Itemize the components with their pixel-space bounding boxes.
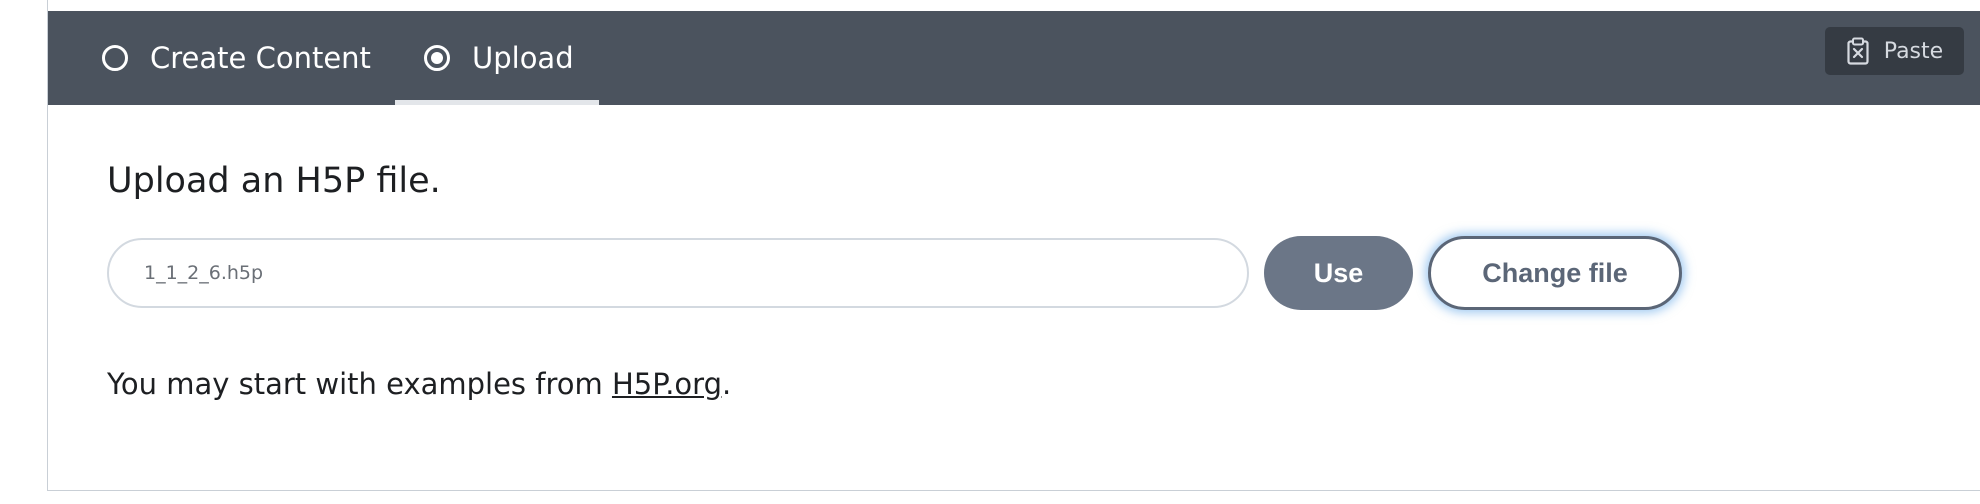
tab-upload[interactable]: Upload <box>395 11 599 105</box>
examples-prefix: You may start with examples from <box>107 367 612 401</box>
active-tab-indicator <box>395 100 599 105</box>
paste-button[interactable]: Paste <box>1825 27 1964 75</box>
examples-text: You may start with examples from H5P.org… <box>107 367 731 401</box>
change-file-button[interactable]: Change file <box>1428 236 1682 310</box>
tab-upload-label: Upload <box>472 41 574 75</box>
content-type-tabs-bar: Create Content Upload Paste <box>48 11 1980 105</box>
use-button[interactable]: Use <box>1264 236 1413 310</box>
h5p-hub: Create Content Upload Paste Upload an H5… <box>47 0 1980 491</box>
upload-title: Upload an H5P file. <box>107 161 441 201</box>
radio-unchecked-icon <box>102 45 128 71</box>
paste-button-label: Paste <box>1883 38 1944 64</box>
h5p-org-link[interactable]: H5P.org <box>612 367 722 401</box>
examples-suffix: . <box>721 367 732 401</box>
radio-checked-icon <box>424 45 450 71</box>
clipboard-icon <box>1847 37 1869 65</box>
tab-create-content[interactable]: Create Content <box>102 11 371 105</box>
tab-create-content-label: Create Content <box>150 41 371 75</box>
file-name-field[interactable]: 1_1_2_6.h5p <box>107 238 1249 308</box>
